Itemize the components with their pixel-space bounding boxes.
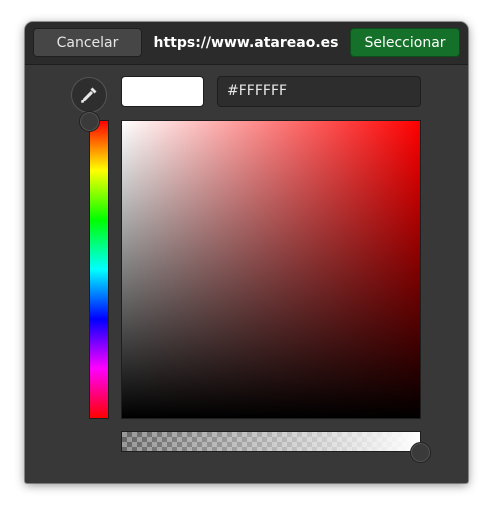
alpha-slider[interactable]	[121, 431, 421, 452]
cancel-button[interactable]: Cancelar	[33, 28, 142, 57]
select-button[interactable]: Seleccionar	[350, 28, 460, 57]
saturation-value-plane[interactable]	[121, 120, 421, 419]
eyedropper-icon	[81, 87, 97, 103]
color-chooser-dialog: Cancelar https://www.atareao.es Seleccio…	[25, 22, 468, 483]
current-color-swatch	[121, 76, 204, 107]
eyedropper-button[interactable]	[71, 77, 107, 113]
header-bar: Cancelar https://www.atareao.es Seleccio…	[25, 22, 468, 65]
hex-color-input[interactable]: #FFFFFF	[217, 76, 421, 107]
dialog-title: https://www.atareao.es	[153, 35, 339, 51]
alpha-slider-handle[interactable]	[410, 442, 431, 463]
hue-slider-handle[interactable]	[79, 111, 100, 132]
hue-slider[interactable]	[89, 120, 109, 419]
